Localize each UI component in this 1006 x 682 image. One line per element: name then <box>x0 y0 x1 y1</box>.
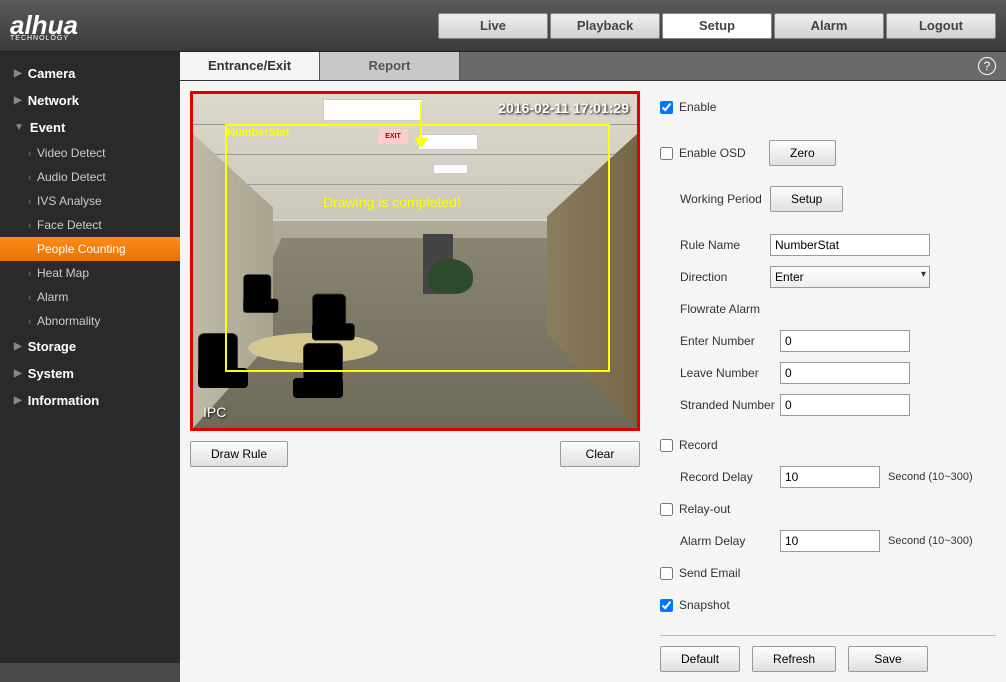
nav-network[interactable]: ▶Network <box>0 87 180 114</box>
nav-audio-detect[interactable]: ›Audio Detect <box>0 165 180 189</box>
working-period-setup-button[interactable]: Setup <box>770 186 843 212</box>
chevron-right-icon: › <box>28 316 31 326</box>
video-timestamp: 2016-02-11 17:01:29 <box>498 100 629 116</box>
relay-out-checkbox[interactable] <box>660 503 673 516</box>
brand-logo: alhua TECHNOLOGY <box>10 6 78 46</box>
snapshot-label: Snapshot <box>679 598 730 612</box>
rule-name-label: Rule Name <box>680 238 770 252</box>
enter-number-input[interactable] <box>780 330 910 352</box>
record-delay-unit: Second (10~300) <box>888 471 973 483</box>
nav-system[interactable]: ▶System <box>0 360 180 387</box>
video-watermark: IPC <box>203 404 226 420</box>
stranded-number-label: Stranded Number <box>680 398 780 412</box>
chevron-right-icon: ▶ <box>14 395 22 406</box>
nav-information[interactable]: ▶Information <box>0 387 180 414</box>
record-label: Record <box>679 438 718 452</box>
working-period-label: Working Period <box>680 192 770 206</box>
nav-people-counting[interactable]: ›People Counting <box>0 237 180 261</box>
chevron-right-icon: ▶ <box>14 95 22 106</box>
alarm-delay-input[interactable] <box>780 530 880 552</box>
enter-number-label: Enter Number <box>680 334 780 348</box>
nav-face-detect[interactable]: ›Face Detect <box>0 213 180 237</box>
detection-zone <box>225 124 610 372</box>
leave-number-input[interactable] <box>780 362 910 384</box>
save-button[interactable]: Save <box>848 646 928 672</box>
sub-tabs: Entrance/Exit Report ? <box>180 52 1006 81</box>
nav-abnormality[interactable]: ›Abnormality <box>0 309 180 333</box>
send-email-label: Send Email <box>679 566 740 580</box>
direction-label: Direction <box>680 270 770 284</box>
logo-subtitle: TECHNOLOGY <box>10 35 78 42</box>
default-button[interactable]: Default <box>660 646 740 672</box>
record-delay-input[interactable] <box>780 466 880 488</box>
chevron-right-icon: › <box>28 148 31 158</box>
chevron-right-icon: ▶ <box>14 68 22 79</box>
chevron-right-icon: › <box>28 268 31 278</box>
header-bar: alhua TECHNOLOGY Live Playback Setup Ala… <box>0 0 1006 52</box>
tab-alarm[interactable]: Alarm <box>774 13 884 39</box>
tab-setup[interactable]: Setup <box>662 13 772 39</box>
drawing-status: Drawing is completed! <box>323 194 461 210</box>
top-nav-tabs: Live Playback Setup Alarm Logout <box>438 13 996 39</box>
record-delay-label: Record Delay <box>680 470 780 484</box>
chevron-right-icon: › <box>28 244 31 254</box>
help-icon[interactable]: ? <box>978 57 996 75</box>
tab-logout[interactable]: Logout <box>886 13 996 39</box>
nav-camera[interactable]: ▶Camera <box>0 60 180 87</box>
chevron-right-icon: › <box>28 220 31 230</box>
chevron-right-icon: › <box>28 196 31 206</box>
tab-playback[interactable]: Playback <box>550 13 660 39</box>
alarm-delay-unit: Second (10~300) <box>888 535 973 547</box>
nav-ivs-analyse[interactable]: ›IVS Analyse <box>0 189 180 213</box>
subtab-entrance-exit[interactable]: Entrance/Exit <box>180 52 320 80</box>
nav-alarm[interactable]: ›Alarm <box>0 285 180 309</box>
enable-checkbox[interactable] <box>660 101 673 114</box>
direction-select[interactable]: Enter <box>770 266 930 288</box>
nav-storage[interactable]: ▶Storage <box>0 333 180 360</box>
snapshot-checkbox[interactable] <box>660 599 673 612</box>
stranded-number-input[interactable] <box>780 394 910 416</box>
zero-button[interactable]: Zero <box>769 140 836 166</box>
alarm-delay-label: Alarm Delay <box>680 534 780 548</box>
flowrate-header: Flowrate Alarm <box>680 302 760 316</box>
nav-heat-map[interactable]: ›Heat Map <box>0 261 180 285</box>
refresh-button[interactable]: Refresh <box>752 646 836 672</box>
enable-osd-checkbox[interactable] <box>660 147 673 160</box>
clear-button[interactable]: Clear <box>560 441 640 467</box>
enable-osd-label: Enable OSD <box>679 146 769 160</box>
chevron-right-icon: ▶ <box>14 368 22 379</box>
chevron-right-icon: › <box>28 172 31 182</box>
chevron-right-icon: ▶ <box>14 341 22 352</box>
nav-video-detect[interactable]: ›Video Detect <box>0 141 180 165</box>
tab-live[interactable]: Live <box>438 13 548 39</box>
record-checkbox[interactable] <box>660 439 673 452</box>
sidebar: ▶Camera ▶Network ▼Event ›Video Detect ›A… <box>0 52 180 663</box>
draw-rule-button[interactable]: Draw Rule <box>190 441 288 467</box>
rule-name-input[interactable] <box>770 234 930 256</box>
detection-label: NumberStat <box>227 127 289 139</box>
chevron-right-icon: › <box>28 292 31 302</box>
send-email-checkbox[interactable] <box>660 567 673 580</box>
enable-label: Enable <box>679 100 716 114</box>
video-preview[interactable]: EXIT NumberStat Drawing is com <box>190 91 640 431</box>
settings-form: Enable Enable OSD Zero Working Period Se… <box>660 91 996 672</box>
chevron-down-icon: ▼ <box>14 122 24 133</box>
relay-out-label: Relay-out <box>679 502 730 516</box>
nav-event[interactable]: ▼Event <box>0 114 180 141</box>
leave-number-label: Leave Number <box>680 366 780 380</box>
arrow-down-icon <box>414 138 428 148</box>
subtab-report[interactable]: Report <box>320 52 460 80</box>
